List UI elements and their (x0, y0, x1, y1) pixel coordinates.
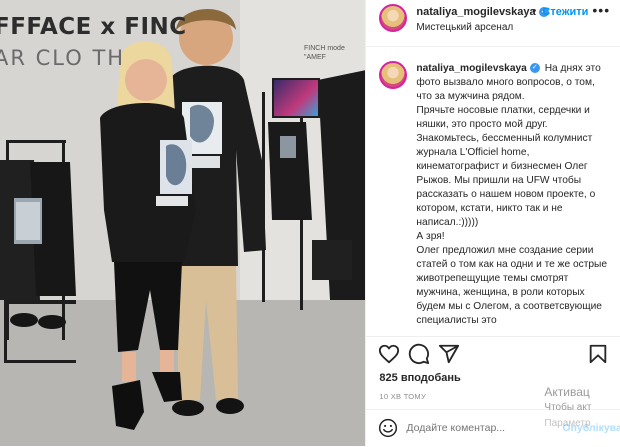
header-username-text[interactable]: nataliya_mogilevskaya (416, 6, 535, 18)
watermark-line-3: Параметр (544, 418, 591, 429)
watermark-line-1: Активац (544, 385, 590, 399)
emoji-icon[interactable] (378, 418, 398, 438)
likes-count[interactable]: 825 вподобань (379, 372, 460, 384)
more-horizontal-icon[interactable]: ••• (592, 2, 610, 18)
instagram-post: FFFACE x FINC AR CLO TH FINCH mode "AMEF… (0, 0, 620, 446)
caption-verified-icon: ✓ (529, 63, 540, 74)
post-info-panel: nataliya_mogilevskaya ✓ • Стежити ••• Мис… (365, 0, 620, 446)
caption-line-4: А зря! (416, 231, 445, 242)
comment-icon[interactable] (408, 343, 430, 365)
action-bar (366, 340, 620, 370)
caption-avatar[interactable] (379, 61, 408, 89)
caption-area: nataliya_mogilevskaya ✓ На днях это фото … (366, 47, 620, 337)
caption-username-text[interactable]: nataliya_mogilevskaya (416, 63, 526, 74)
location-link[interactable]: Мистецький арсенал (416, 22, 513, 33)
post-timestamp[interactable]: 10 ХВ ТОМУ (379, 392, 426, 401)
caption-line-3: Знакомьтесь, бессменный колумнист журнал… (416, 133, 596, 228)
avatar[interactable] (379, 4, 408, 32)
caption-line-2: Прячьте носовые платки, сердечки и няшки… (416, 105, 590, 130)
header-username[interactable]: nataliya_mogilevskaya ✓ (416, 6, 549, 18)
caption-text: nataliya_mogilevskaya ✓ На днях это фото … (416, 62, 610, 328)
share-icon[interactable] (438, 343, 460, 365)
activation-watermark: Активац Чтобы акт Параметр (544, 384, 591, 432)
backdrop-sub-text: AR CLO TH (0, 46, 126, 70)
post-header: nataliya_mogilevskaya ✓ • Стежити ••• Мис… (366, 0, 620, 47)
post-photo[interactable]: FFFACE x FINC AR CLO TH FINCH mode "AMEF (0, 0, 366, 446)
follow-button[interactable]: Стежити (542, 6, 588, 18)
caption-line-5: Олег предложил мне создание серии статей… (416, 245, 608, 326)
watermark-line-2: Чтобы акт (544, 402, 592, 413)
backdrop-sign: FINCH mode "AMEF (304, 45, 345, 61)
tv-screen (272, 78, 320, 118)
heart-icon[interactable] (378, 343, 400, 365)
backdrop-brand-text: FFFACE x FINC (0, 14, 187, 40)
bookmark-icon[interactable] (587, 343, 609, 365)
header-separator: • (532, 5, 537, 17)
comment-input[interactable] (406, 420, 557, 436)
caption-username[interactable]: nataliya_mogilevskaya ✓ (416, 63, 540, 74)
